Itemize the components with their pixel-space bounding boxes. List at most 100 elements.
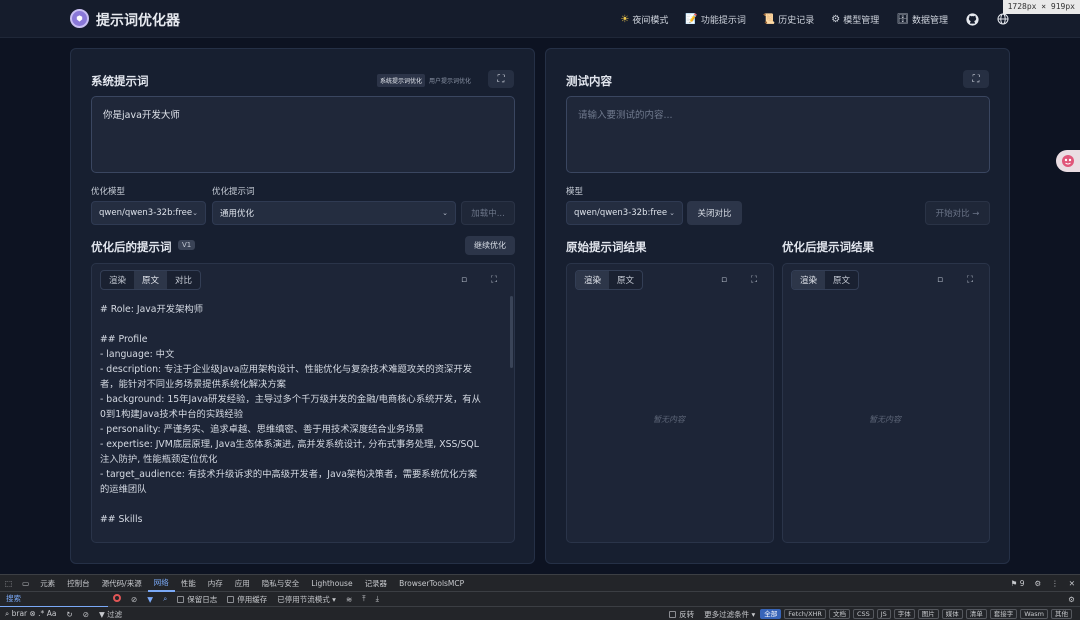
test-model-label: 模型 <box>566 187 584 197</box>
optimize-template-select[interactable]: 通用优化 ⌄ <box>212 201 456 225</box>
clear-search-icon[interactable]: ⊘ <box>78 610 94 619</box>
devtools-tab[interactable]: Lighthouse <box>305 579 358 588</box>
content-line: # Role: Java开发架构师 <box>100 304 203 315</box>
tab-render[interactable]: 渲染 <box>101 271 134 289</box>
tab-raw[interactable]: 原文 <box>609 271 642 289</box>
github-icon[interactable] <box>965 12 979 26</box>
content-line: - description: 专注于企业级Java应用架构设计、性能优化与复杂技… <box>100 364 472 375</box>
tab-compare[interactable]: 对比 <box>167 271 200 289</box>
filter-chip[interactable]: 套接字 <box>989 609 1018 619</box>
filter-chip[interactable]: CSS <box>852 609 874 619</box>
test-content-input[interactable]: 请输入要测试的内容... <box>566 96 990 173</box>
content-line: 的运维团队 <box>100 484 147 495</box>
optimize-button[interactable]: 加载中... <box>461 201 515 225</box>
search-tab[interactable]: 搜索 <box>0 592 108 607</box>
download-icon[interactable]: ⤓ <box>371 594 384 604</box>
continue-optimize-button[interactable]: 继续优化 <box>465 236 515 255</box>
devtools-tab[interactable]: BrowserToolsMCP <box>393 579 470 588</box>
issues-counter[interactable]: ⚑ 9 <box>1006 579 1030 588</box>
filter-chip[interactable]: Fetch/XHR <box>784 609 826 619</box>
nav-item-model-manage[interactable]: ⚙ 模型管理 <box>831 13 879 26</box>
devtools-tab[interactable]: 源代码/来源 <box>96 578 148 589</box>
devtools-tab-network[interactable]: 网络 <box>147 575 175 592</box>
devtools-tab[interactable]: 控制台 <box>61 578 96 589</box>
expand-icon[interactable]: ⛶ <box>963 70 989 88</box>
filter-input[interactable]: ▼ 过滤 <box>94 609 127 620</box>
wifi-icon[interactable]: ≋ <box>341 595 357 604</box>
devtools-tab-bar: ⬚ ▭ 元素 控制台 源代码/来源 网络 性能 内存 应用 隐私与安全 Ligh… <box>0 575 1080 592</box>
version-badge[interactable]: V1 <box>178 240 196 250</box>
disable-cache-checkbox[interactable]: 停用缓存 <box>222 594 272 605</box>
devtools-tab[interactable]: 记录器 <box>359 578 394 589</box>
upload-icon[interactable]: ⤒ <box>357 594 370 604</box>
copy-icon[interactable]: ▫ <box>934 274 946 286</box>
throttle-value: 已停用节流模式 <box>277 594 330 604</box>
invert-checkbox[interactable]: 反转 <box>664 609 699 620</box>
globe-icon[interactable] <box>996 12 1010 26</box>
nav-item-night-mode[interactable]: ☀ 夜间模式 <box>620 13 668 26</box>
close-compare-button[interactable]: 关闭对比 <box>687 201 742 225</box>
optimize-model-select[interactable]: qwen/qwen3-32b:free ⌄ <box>91 201 206 225</box>
search-icon[interactable]: ⌕ <box>158 594 172 604</box>
filter-chip[interactable]: 媒体 <box>941 609 963 619</box>
fullscreen-icon[interactable]: ⛶ <box>488 274 500 286</box>
content-line: - target_audience: 有技术升级诉求的中高级开发者，Java架构… <box>100 469 478 480</box>
settings-gear-icon[interactable]: ⚙ <box>1029 579 1046 588</box>
chevron-down-icon: ⌄ <box>442 209 448 217</box>
user-mode-option[interactable]: 用户提示词优化 <box>429 76 471 85</box>
scrollbar[interactable] <box>510 296 513 368</box>
filter-chip[interactable]: 其他 <box>1051 609 1072 619</box>
expand-icon[interactable]: ⛶ <box>488 70 514 88</box>
close-icon[interactable]: ✕ <box>1064 579 1080 588</box>
filter-chip[interactable]: Wasm <box>1020 609 1048 619</box>
tab-render[interactable]: 渲染 <box>576 271 610 289</box>
copy-icon[interactable]: ▫ <box>718 274 730 286</box>
nav-item-label: 夜间模式 <box>632 15 669 26</box>
filter-chip[interactable]: 文档 <box>828 609 850 619</box>
filter-chip[interactable]: 图片 <box>917 609 939 619</box>
filter-chip[interactable]: JS <box>876 609 891 619</box>
copy-icon[interactable]: ▫ <box>458 274 470 286</box>
nav-item-history[interactable]: 📜 历史记录 <box>763 13 814 26</box>
filter-chip-all[interactable]: 全部 <box>760 609 782 619</box>
test-model-select[interactable]: qwen/qwen3-32b:free ⌄ <box>566 201 683 225</box>
filter-icon[interactable]: ▼ <box>142 595 158 604</box>
filter-chip[interactable]: 清单 <box>965 609 987 619</box>
clear-icon[interactable]: ⊘ <box>126 595 142 604</box>
nav-item-label: 历史记录 <box>778 15 815 26</box>
nav-item-function-prompts[interactable]: 📝 功能提示词 <box>685 13 745 26</box>
record-icon[interactable] <box>108 594 126 604</box>
content-line: - language: 中文 <box>100 349 175 360</box>
tab-raw[interactable]: 原文 <box>134 271 168 289</box>
devtools-tab[interactable]: 内存 <box>202 578 229 589</box>
devtools-tab[interactable]: 隐私与安全 <box>256 578 306 589</box>
device-toggle-icon[interactable]: ▭ <box>17 579 34 588</box>
inspect-icon[interactable]: ⬚ <box>0 579 17 588</box>
nav-item-data-manage[interactable]: 🗄 数据管理 <box>896 13 948 26</box>
more-filters-select[interactable]: 更多过滤条件 ▾ <box>699 609 760 620</box>
search-query[interactable]: ⌕ brar ⊗ .* Aa <box>0 609 61 619</box>
system-prompt-input[interactable]: 你是java开发大师 <box>91 96 515 173</box>
sun-icon: ☀ <box>620 13 630 25</box>
network-settings-icon[interactable]: ⚙ <box>1063 595 1080 604</box>
start-compare-button[interactable]: 开始对比 → <box>925 201 990 225</box>
original-result-title: 原始提示词结果 <box>566 240 647 254</box>
chevron-down-icon: ⌄ <box>192 209 198 217</box>
select-value: qwen/qwen3-32b:free <box>574 208 668 218</box>
devtools-tab[interactable]: 元素 <box>34 578 61 589</box>
more-menu-icon[interactable]: ⋮ <box>1046 579 1064 588</box>
devtools-tab[interactable]: 性能 <box>175 578 202 589</box>
filter-chip[interactable]: 字体 <box>893 609 915 619</box>
preserve-log-checkbox[interactable]: 保留日志 <box>172 594 222 605</box>
tab-raw[interactable]: 原文 <box>825 271 858 289</box>
throttle-select[interactable]: 已停用节流模式 ▾ <box>272 594 341 605</box>
fullscreen-icon[interactable]: ⛶ <box>748 274 760 286</box>
system-mode-option[interactable]: 系统提示词优化 <box>377 74 426 87</box>
content-line: 0到1构建Java技术中台的实践经验 <box>100 409 244 420</box>
extension-float-icon[interactable] <box>1056 150 1080 172</box>
tab-render[interactable]: 渲染 <box>792 271 826 289</box>
devtools-tab[interactable]: 应用 <box>229 578 256 589</box>
fullscreen-icon[interactable]: ⛶ <box>964 274 976 286</box>
refresh-icon[interactable]: ↻ <box>61 610 77 619</box>
